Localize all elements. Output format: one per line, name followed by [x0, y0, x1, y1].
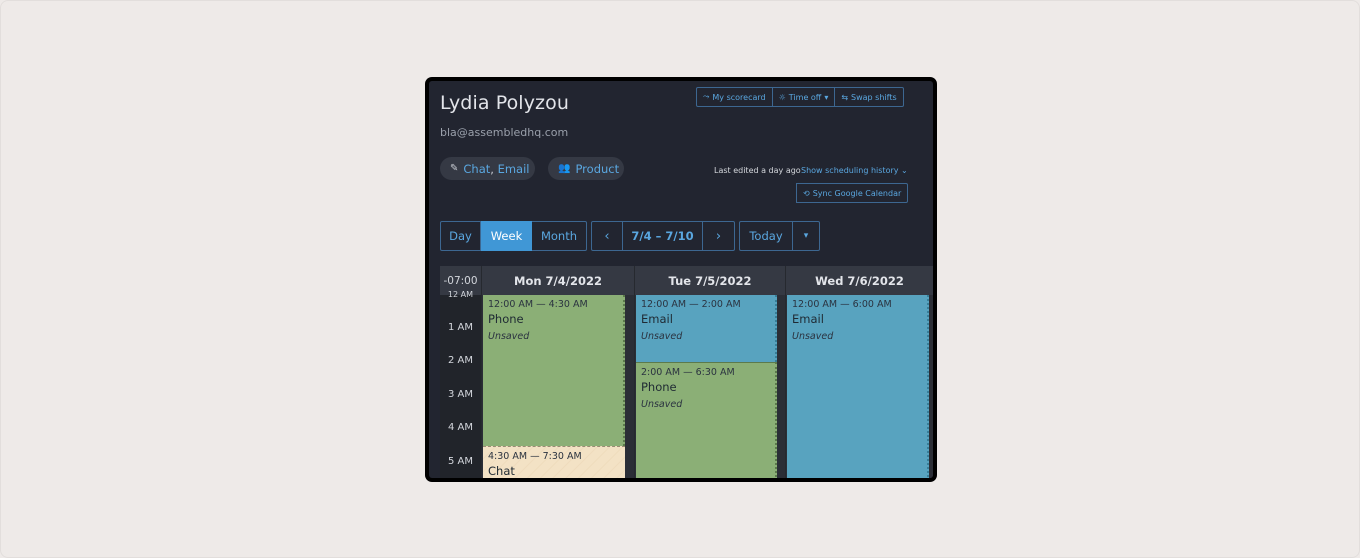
users-icon: 👥 — [558, 163, 571, 174]
caret-down-icon: ▾ — [824, 92, 829, 102]
hour-label: 12 AM — [447, 290, 473, 299]
day-column-wed[interactable]: 12:00 AM — 6:00 AM Email Unsaved — [786, 295, 933, 478]
swap-icon: ⇆ — [841, 92, 849, 102]
shift-block[interactable]: 12:00 AM — 2:00 AM Email Unsaved — [636, 295, 777, 362]
scorecard-label: My scorecard — [712, 92, 766, 102]
sync-google-calendar-button[interactable]: ⟲ Sync Google Calendar — [796, 183, 909, 203]
day-column-mon[interactable]: 12:00 AM — 4:30 AM Phone Unsaved 4:30 AM… — [482, 295, 634, 478]
shift-block[interactable]: 12:00 AM — 4:30 AM Phone Unsaved — [483, 295, 625, 446]
next-week-button[interactable]: › — [703, 221, 735, 251]
shift-type: Phone — [488, 312, 524, 326]
day-column-tue[interactable]: 12:00 AM — 2:00 AM Email Unsaved 2:00 AM… — [635, 295, 785, 478]
team-label: Product — [575, 161, 620, 176]
channels-separator: , — [490, 161, 498, 176]
shift-status: Unsaved — [792, 331, 834, 342]
agent-email: bla@assembledhq.com — [440, 126, 569, 139]
channels-tag[interactable]: ✎ Chat, Email — [440, 157, 535, 180]
chevron-down-icon: ⌄ — [901, 166, 908, 175]
hour-gutter: 12 AM 1 AM 2 AM 3 AM 4 AM 5 AM — [440, 290, 481, 478]
shift-status: Unsaved — [488, 331, 530, 342]
hour-label: 3 AM — [447, 389, 473, 400]
channels-label-chat: Chat — [463, 161, 491, 176]
shift-type: Phone — [641, 380, 677, 394]
device-frame: Lydia Polyzou bla@assembledhq.com ⤳ My s… — [425, 77, 937, 482]
shift-type: Chat — [488, 464, 515, 478]
shift-time: 2:00 AM — 6:30 AM — [641, 367, 735, 378]
shift-status: Unsaved — [641, 331, 683, 342]
hour-label: 1 AM — [447, 322, 473, 333]
pencil-icon: ✎ — [450, 163, 459, 174]
date-navigator: ‹ 7/4 – 7/10 › — [591, 221, 735, 251]
history-link-label: Show scheduling history — [801, 166, 899, 175]
hour-label: 4 AM — [447, 422, 473, 433]
swap-shifts-button[interactable]: ⇆ Swap shifts — [835, 87, 904, 107]
shift-block[interactable]: 4:30 AM — 7:30 AM Chat — [483, 446, 625, 478]
swap-shifts-label: Swap shifts — [851, 92, 897, 102]
last-edited-text: Last edited a day ago — [714, 166, 801, 175]
view-week-button[interactable]: Week — [481, 221, 532, 251]
today-dropdown-button[interactable]: ▾ — [793, 221, 820, 251]
hour-label: 5 AM — [447, 456, 473, 467]
time-off-label: Time off — [788, 92, 822, 102]
shift-block[interactable]: 12:00 AM — 6:00 AM Email Unsaved — [787, 295, 929, 478]
view-month-button[interactable]: Month — [532, 221, 587, 251]
day-header-tue: Tue 7/5/2022 — [635, 266, 785, 295]
shift-time: 12:00 AM — 6:00 AM — [792, 299, 892, 310]
sync-label: Sync Google Calendar — [812, 188, 902, 198]
week-calendar: -07:00 Mon 7/4/2022 Tue 7/5/2022 Wed 7/6… — [440, 266, 933, 478]
shift-block[interactable]: 2:00 AM — 6:30 AM Phone Unsaved — [636, 362, 777, 478]
channels-label-email: Email — [497, 161, 530, 176]
view-switcher: Day Week Month — [440, 221, 587, 251]
team-tag[interactable]: 👥 Product — [548, 157, 624, 180]
agent-name: Lydia Polyzou — [440, 92, 569, 114]
trend-icon: ⤳ — [703, 92, 710, 101]
today-button[interactable]: Today — [739, 221, 793, 251]
time-off-button[interactable]: ☼ Time off ▾ — [772, 87, 836, 107]
view-day-button[interactable]: Day — [440, 221, 481, 251]
sync-icon: ⟲ — [803, 188, 810, 198]
calendar-sync-group: ⟲ Sync Google Calendar — [796, 183, 909, 203]
shift-type: Email — [792, 312, 824, 326]
hour-label: 2 AM — [447, 355, 473, 366]
shift-time: 12:00 AM — 2:00 AM — [641, 299, 741, 310]
scorecard-button[interactable]: ⤳ My scorecard — [696, 87, 773, 107]
day-header-mon: Mon 7/4/2022 — [482, 266, 634, 295]
sun-icon: ☼ — [778, 92, 786, 102]
today-group: Today ▾ — [739, 221, 820, 251]
shift-status: Unsaved — [641, 399, 683, 410]
scheduling-history-link[interactable]: Show scheduling history ⌄ — [801, 166, 908, 175]
profile-actions: ⤳ My scorecard ☼ Time off ▾ ⇆ Swap shift… — [696, 87, 904, 107]
shift-time: 4:30 AM — 7:30 AM — [488, 451, 582, 462]
shift-type: Email — [641, 312, 673, 326]
previous-week-button[interactable]: ‹ — [591, 221, 623, 251]
shift-time: 12:00 AM — 4:30 AM — [488, 299, 588, 310]
date-range-label[interactable]: 7/4 – 7/10 — [623, 221, 703, 251]
schedule-panel: Lydia Polyzou bla@assembledhq.com ⤳ My s… — [429, 81, 933, 478]
day-header-wed: Wed 7/6/2022 — [786, 266, 933, 295]
